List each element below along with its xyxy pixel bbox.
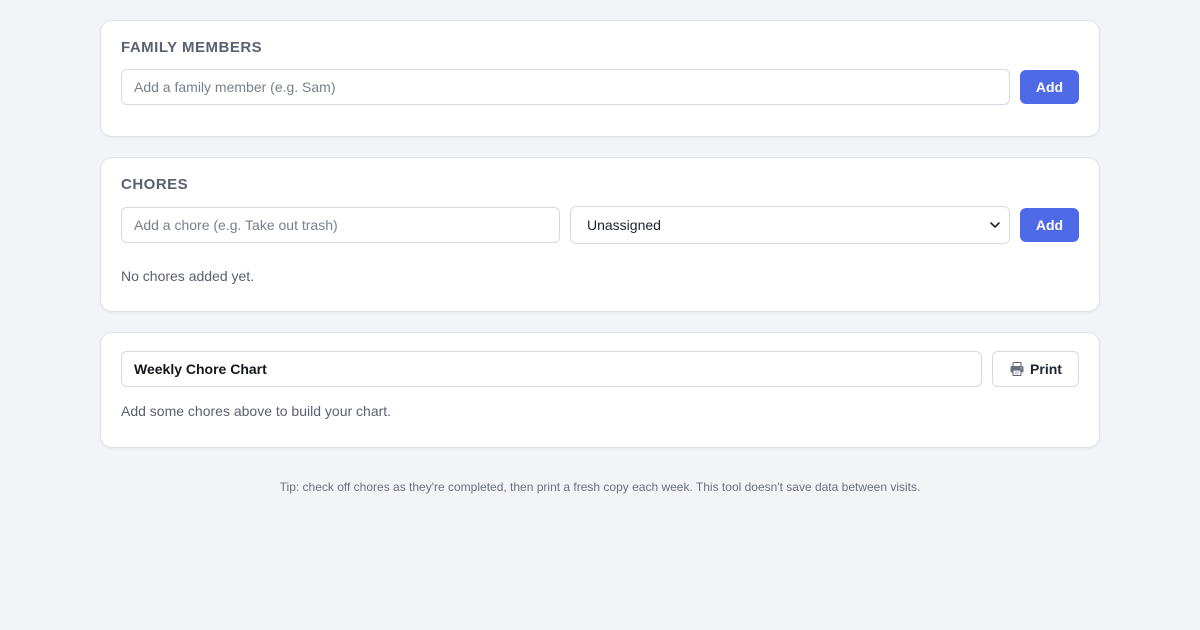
assignee-select-value: Unassigned <box>587 217 661 233</box>
chart-title-input[interactable] <box>121 351 982 387</box>
chores-empty-message: No chores added yet. <box>121 268 255 284</box>
chart-empty-message: Add some chores above to build your char… <box>121 403 392 419</box>
family-members-card: FAMILY MEMBERS Add <box>100 20 1100 137</box>
chore-chart-card: Print Add some chores above to build you… <box>100 332 1100 448</box>
chart-header-row: Print <box>121 333 1079 387</box>
printer-icon <box>1010 362 1024 376</box>
family-members-heading: FAMILY MEMBERS <box>121 39 263 56</box>
add-chore-row: Unassigned Add <box>121 206 1079 244</box>
chevron-down-icon <box>990 222 1000 228</box>
assignee-select[interactable]: Unassigned <box>570 206 1010 244</box>
family-member-input[interactable] <box>121 69 1010 105</box>
app-container: FAMILY MEMBERS Add CHORES Unassigned Add… <box>100 20 1100 495</box>
chores-card: CHORES Unassigned Add No chores added ye… <box>100 157 1100 312</box>
add-member-button[interactable]: Add <box>1020 70 1079 104</box>
chore-input[interactable] <box>121 207 560 243</box>
add-chore-button[interactable]: Add <box>1020 208 1079 242</box>
chores-heading: CHORES <box>121 176 189 193</box>
footer-tip: Tip: check off chores as they're complet… <box>279 480 921 494</box>
print-button[interactable]: Print <box>992 351 1079 387</box>
add-member-row: Add <box>121 69 1079 105</box>
print-button-label: Print <box>1030 361 1062 377</box>
